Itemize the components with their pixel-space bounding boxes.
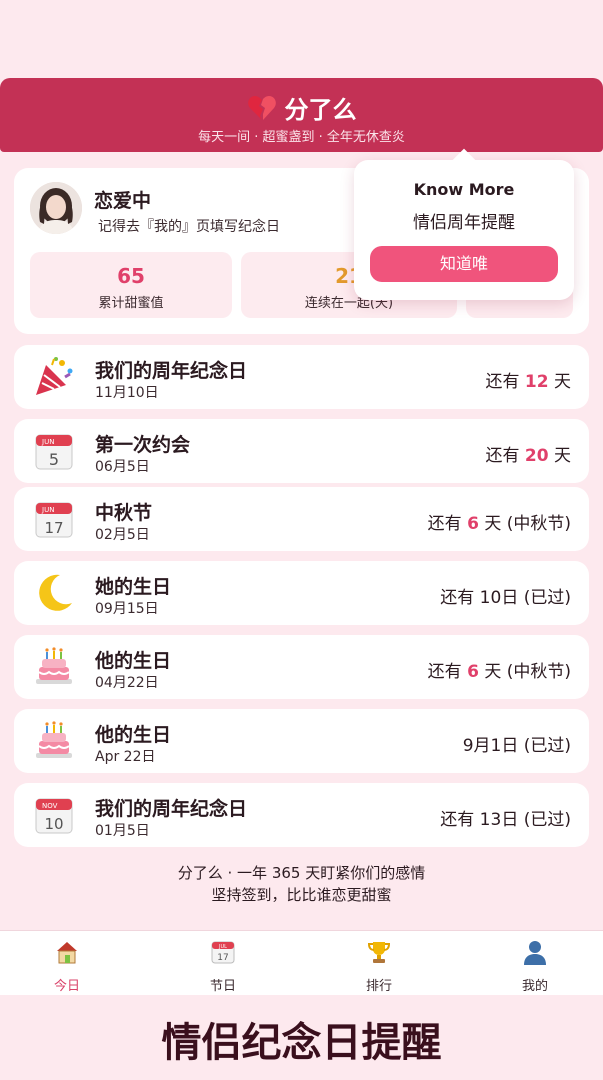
tab-today[interactable]: 今日 [27,931,107,995]
tab-ranking[interactable]: 排行 [339,931,419,995]
event-title: 我们的周年纪念日 [95,798,248,820]
event-title: 第一次约会 [95,434,191,456]
event-date: 04月22日 [95,675,159,691]
popover-arrow [452,148,476,172]
event-title: 他的生日 [95,650,172,672]
got-it-button[interactable]: 知道唯 [370,246,558,282]
svg-text:5: 5 [49,450,59,469]
user-icon [524,941,546,965]
event-title: 中秋节 [95,502,153,524]
list-item[interactable]: 我们的周年纪念日 11月10日 还有 12 天 [14,345,589,409]
svg-text:10: 10 [44,815,63,833]
event-countdown: 还有 12 天 [485,372,571,392]
event-countdown: 9月1日 (已过) [462,736,571,756]
know-more-popover: Know More 情侣周年提醒 知道唯 [354,148,574,300]
tab-ranking-label: 排行 [365,979,392,994]
tab-mine[interactable]: 我的 [495,931,575,995]
party-popper-icon [36,357,73,395]
footer-line-1: 分了么 · 一年 365 天盯紧你们的感情 [177,864,426,882]
list-item[interactable]: 他的生日 Apr 22日 9月1日 (已过) [14,709,589,773]
list-item[interactable]: 她的生日 09月15日 还有 10日 (已过) [14,561,589,625]
cake-icon [36,721,72,758]
footer-line-2: 坚持签到，比比谁恋更甜蜜 [211,886,392,904]
app-subtitle: 每天一间 · 超蜜盏到 · 全年无休查炎 [198,130,405,145]
svg-text:JUN: JUN [41,506,54,514]
calendar-10-icon: NOV 10 [35,798,73,834]
event-countdown: 还有 13日 (已过) [440,810,571,830]
bottom-tab-bar: 今日 JUL 17 节日 排行 我的 [0,930,603,995]
footer-note: 分了么 · 一年 365 天盯紧你们的感情 坚持签到，比比谁恋更甜蜜 [0,862,603,906]
promo-caption: 情侣纪念日提醒 [161,1020,442,1066]
event-date: 11月10日 [95,385,159,401]
event-countdown: 还有 6 天 (中秋节) [427,514,571,534]
relationship-status: 恋爱中 [94,190,152,212]
list-item[interactable]: JUN 17 中秋节 02月5日 还有 6 天 (中秋节) [14,487,589,551]
svg-text:17: 17 [44,519,63,537]
status-hint: 记得去『我的』页填写纪念日 [98,219,280,235]
list-item[interactable]: 他的生日 04月22日 还有 6 天 (中秋节) [14,635,589,699]
event-date: Apr 22日 [95,749,156,765]
list-item[interactable]: JUN 5 第一次约会 06月5日 还有 20 天 [14,419,589,483]
svg-text:17: 17 [217,953,228,963]
popover-body: 情侣周年提醒 [413,213,515,233]
svg-text:JUN: JUN [41,438,54,446]
tab-today-label: 今日 [53,979,80,994]
app-title: 分了么 [284,96,357,124]
event-date: 01月5日 [95,823,150,839]
calendar-17-icon: JUN 17 [35,502,73,538]
event-date: 02月5日 [95,527,150,543]
app-header: 分了么 每天一间 · 超蜜盏到 · 全年无休查炎 [0,78,603,152]
event-countdown: 还有 10日 (已过) [440,588,571,608]
event-date: 06月5日 [95,459,150,475]
stat-sweetness[interactable]: 65 累计甜蜜值 [30,252,232,318]
tab-holidays[interactable]: JUL 17 节日 [183,931,263,995]
calendar-icon: JUL 17 [211,941,235,964]
tab-mine-label: 我的 [521,979,548,994]
trophy-icon [367,942,391,963]
home-icon [57,942,77,964]
list-item[interactable]: NOV 10 我们的周年纪念日 01月5日 还有 13日 (已过) [14,783,589,847]
stat-sweetness-value: 65 [117,264,145,288]
stat-sweetness-label: 累计甜蜜值 [98,296,164,311]
event-date: 09月15日 [95,601,159,617]
moon-icon [39,574,72,611]
broken-heart-icon [247,95,276,120]
tab-holidays-label: 节日 [209,979,236,994]
cake-icon [36,647,72,684]
event-title: 我们的周年纪念日 [95,360,248,382]
svg-text:JUL: JUL [218,944,227,950]
calendar-5-icon: JUN 5 [35,434,73,470]
avatar[interactable] [30,182,82,234]
event-countdown: 还有 6 天 (中秋节) [427,662,571,682]
popover-title: Know More [413,180,515,199]
event-title: 他的生日 [95,724,172,746]
event-countdown: 还有 20 天 [485,446,571,466]
event-title: 她的生日 [95,576,172,598]
svg-text:NOV: NOV [42,802,58,810]
